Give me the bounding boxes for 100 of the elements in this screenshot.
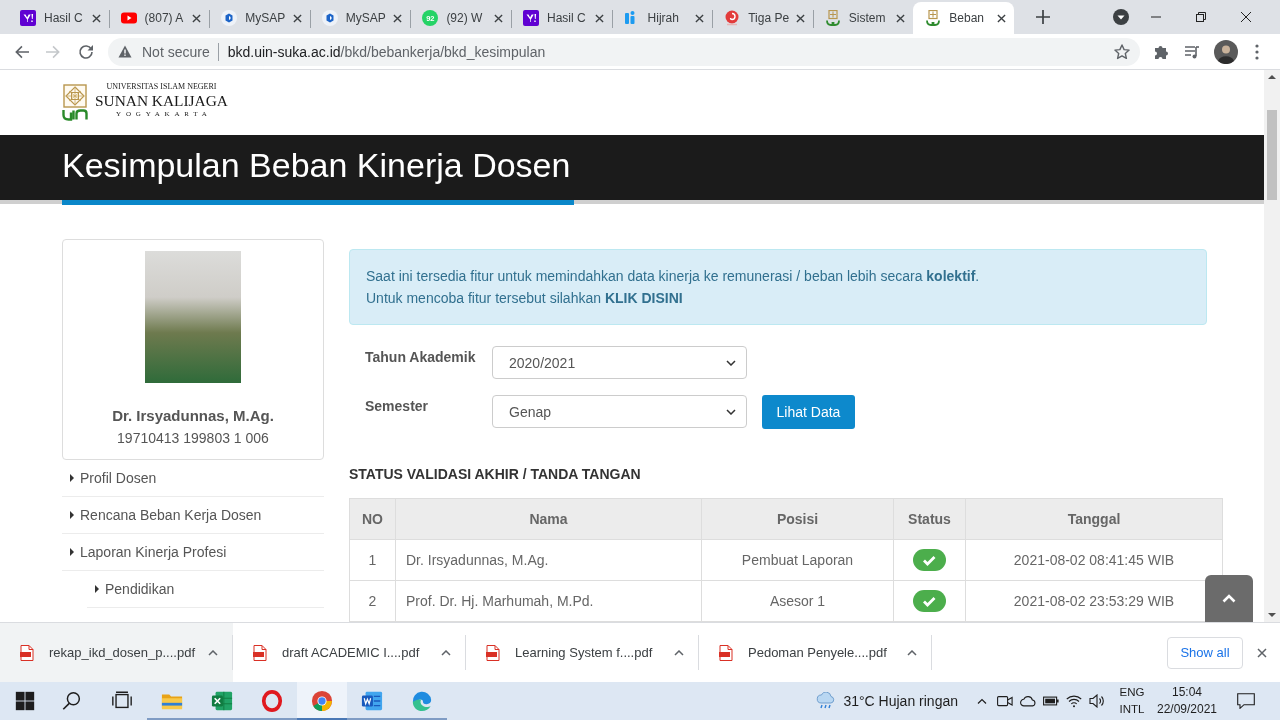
weather-widget[interactable]: 31°C Hujan ringan	[816, 692, 958, 710]
ring-icon	[261, 690, 283, 712]
chevron-up-icon[interactable]	[674, 649, 684, 656]
crest-icon	[925, 10, 942, 26]
document-icon	[361, 690, 383, 712]
address-bar[interactable]: Not secure bkd.uin-suka.ac.id/bkd/bebankerja/bkd_kesimpulan	[108, 37, 1140, 66]
star-icon[interactable]	[1114, 43, 1130, 60]
browser-icon	[311, 690, 333, 712]
browser-tab[interactable]: Hijrah	[611, 2, 713, 34]
close-icon[interactable]	[795, 13, 805, 23]
wave-icon	[411, 690, 433, 712]
dropdown-circle-icon[interactable]	[1113, 9, 1129, 25]
browser-tab[interactable]: Sistem	[812, 2, 914, 34]
table-cell: 1	[349, 539, 396, 581]
scroll-down-arrow-icon[interactable]	[1268, 613, 1276, 617]
scroll-to-top-button[interactable]	[1205, 575, 1253, 622]
sidebar-item[interactable]: Rencana Beban Kerja Dosen	[62, 497, 324, 534]
playlist-icon[interactable]	[1184, 43, 1200, 60]
browser-tab[interactable]: Hasil C	[510, 2, 612, 34]
search-icon	[61, 690, 83, 712]
language-indicator[interactable]: ENG INTL	[1108, 684, 1156, 718]
swirl-icon	[724, 10, 741, 26]
chevron-up-icon[interactable]	[976, 698, 987, 704]
chevron-down-icon	[726, 359, 736, 366]
view-data-button[interactable]: Lihat Data	[762, 395, 855, 429]
close-icon[interactable]	[594, 13, 604, 23]
download-item[interactable]: Pedoman Penyele....pdf	[699, 623, 932, 682]
scroll-up-arrow-icon[interactable]	[1268, 75, 1276, 79]
disc-icon	[221, 10, 238, 26]
caret-right-icon	[95, 585, 99, 593]
camera-icon[interactable]	[996, 694, 1013, 708]
close-icon[interactable]	[192, 13, 202, 23]
column-header: Status	[893, 498, 966, 540]
cloud-icon[interactable]	[1019, 694, 1036, 708]
dropdown-field[interactable]: Genap	[492, 395, 747, 428]
spreadsheet-icon	[211, 690, 233, 712]
close-icon[interactable]	[896, 13, 906, 23]
caret-right-icon	[70, 548, 74, 556]
browser-tab[interactable]: (807) A	[108, 2, 210, 34]
browser-tab[interactable]: MySAP	[209, 2, 310, 34]
file-icon	[253, 644, 267, 661]
play-icon	[120, 10, 137, 26]
avatar-icon[interactable]	[1214, 39, 1238, 64]
chevron-up-icon[interactable]	[208, 649, 218, 656]
close-icon[interactable]	[695, 13, 705, 23]
minimize-icon[interactable]	[1150, 16, 1161, 18]
browser-tab[interactable]: Hasil C	[8, 2, 109, 34]
clock[interactable]: 15:04 22/09/2021	[1156, 684, 1218, 718]
close-icon[interactable]	[91, 13, 101, 23]
download-item[interactable]: Learning System f....pdf	[466, 623, 699, 682]
column-header: NO	[349, 498, 396, 540]
tile-icon	[20, 10, 36, 26]
profile-id-number: 19710413 199803 1 006	[116, 429, 270, 448]
sidebar-item[interactable]: Pendidikan	[87, 571, 324, 608]
table-cell: Prof. Dr. Hj. Marhumah, M.Pd.	[395, 580, 702, 622]
reload-icon[interactable]	[78, 43, 94, 60]
show-all-button[interactable]: Show all	[1167, 636, 1243, 669]
table-cell: Asesor 1	[701, 580, 894, 622]
file-icon	[719, 644, 733, 661]
scrollbar[interactable]	[1264, 70, 1280, 622]
column-header: Nama	[395, 498, 702, 540]
download-item[interactable]: rekap_ikd_dosen_p....pdf	[0, 623, 233, 682]
close-icon[interactable]	[996, 13, 1006, 23]
close-icon[interactable]	[1257, 647, 1267, 658]
sidebar-item[interactable]: Laporan Kinerja Profesi	[62, 534, 324, 571]
url-text: bkd.uin-suka.ac.id/bkd/bebankerja/bkd_kesimpulan	[227, 43, 546, 60]
browser-tab[interactable]: MySAP	[309, 2, 411, 34]
browser-tab[interactable]: Tiga Pe	[712, 2, 813, 34]
close-icon[interactable]	[292, 13, 302, 23]
table-cell: 2	[349, 580, 396, 622]
column-header: Tanggal	[965, 498, 1223, 540]
close-icon[interactable]	[1240, 12, 1251, 22]
menu-icon[interactable]	[1255, 43, 1259, 60]
wifi-icon[interactable]	[1065, 694, 1082, 708]
close-icon[interactable]	[493, 13, 503, 23]
scrollbar-thumb[interactable]	[1267, 110, 1277, 200]
plus-icon[interactable]	[1035, 10, 1050, 24]
restore-icon[interactable]	[1195, 12, 1206, 22]
close-icon[interactable]	[393, 13, 403, 23]
browser-tab[interactable]: Beban	[913, 2, 1014, 34]
security-label: Not secure	[142, 43, 210, 60]
field-label: Tahun Akademik	[364, 348, 477, 365]
dropdown-field[interactable]: 2020/2021	[492, 346, 747, 379]
column-header: Posisi	[701, 498, 894, 540]
warning-icon	[118, 45, 132, 58]
sidebar-item[interactable]: Profil Dosen	[62, 460, 324, 497]
profile-name: Dr. Irsyadunnas, M.Ag.	[111, 406, 275, 426]
notice-text: Saat ini tersedia fitur untuk memindahkan data kinerja ke remunerasi / beban lebih secara kolektif.	[366, 267, 981, 286]
four-squares-icon	[14, 690, 36, 712]
table-cell: Dr. Irsyadunnas, M.Ag.	[395, 539, 702, 581]
emblem-icon	[62, 84, 88, 121]
chevron-up-icon[interactable]	[441, 649, 451, 656]
puzzle-icon[interactable]	[1153, 43, 1169, 60]
arrow-left-icon[interactable]	[14, 43, 30, 60]
message-bubble-icon[interactable]	[1237, 693, 1255, 709]
battery-icon[interactable]	[1042, 694, 1059, 708]
download-item[interactable]: draft ACADEMIC I....pdf	[233, 623, 466, 682]
field-label: Semester	[364, 397, 430, 414]
speaker-icon[interactable]	[1088, 694, 1105, 708]
chevron-up-icon[interactable]	[907, 649, 917, 656]
